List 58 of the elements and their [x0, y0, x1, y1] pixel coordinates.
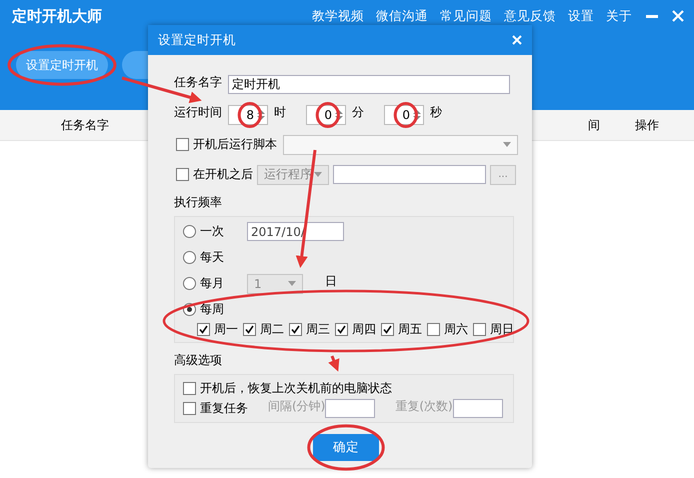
- input-field[interactable]: 定时开机: [228, 75, 510, 94]
- check-icon: [337, 325, 346, 334]
- unit-label: 时: [274, 104, 286, 121]
- checkbox[interactable]: 周四: [335, 321, 376, 338]
- field-label: 任务名字: [174, 74, 222, 91]
- menu-link[interactable]: 意见反馈: [504, 8, 556, 24]
- highlight-ellipse: [239, 102, 261, 126]
- unit-label: 分: [352, 104, 364, 121]
- close-icon[interactable]: [672, 10, 684, 22]
- field-label: 重复(次数): [395, 398, 453, 415]
- annotation-arrow: [328, 355, 340, 372]
- dialog-title: 设置定时开机: [158, 32, 236, 48]
- field-label: 运行时间: [174, 104, 222, 121]
- app-title: 定时开机大师: [12, 6, 103, 26]
- checkbox[interactable]: 重复任务: [183, 400, 248, 416]
- highlight-ellipse: [317, 102, 339, 126]
- menu-link[interactable]: 教学视频: [312, 8, 364, 24]
- radio-option[interactable]: 每周: [183, 301, 241, 318]
- checkbox[interactable]: 开机后，恢复上次关机前的电脑状态: [183, 380, 392, 396]
- check-icon: [291, 325, 300, 334]
- unit-label: 秒: [430, 104, 442, 121]
- menu-link[interactable]: 设置: [568, 8, 594, 24]
- checkbox[interactable]: 周五: [381, 321, 422, 338]
- checkbox[interactable]: 周一: [197, 321, 238, 338]
- menu-link[interactable]: 关于: [606, 8, 632, 24]
- column-header: 操作: [634, 116, 660, 134]
- column-header: 间: [588, 116, 600, 134]
- close-icon[interactable]: [512, 35, 522, 45]
- menu-link[interactable]: 常见问题: [440, 8, 492, 24]
- input-field[interactable]: [452, 398, 503, 418]
- caret-icon: [288, 281, 296, 286]
- checkbox[interactable]: 周三: [289, 321, 330, 338]
- input-field[interactable]: [333, 165, 486, 184]
- check-icon: [199, 325, 208, 334]
- radio-option[interactable]: 每月: [183, 275, 241, 292]
- section-label: 执行频率: [174, 194, 222, 211]
- checkbox[interactable]: 在开机之后: [176, 166, 253, 183]
- spinner-arrows-icon: [257, 108, 265, 120]
- checkbox[interactable]: 开机后运行脚本: [176, 136, 277, 153]
- minimize-icon[interactable]: [646, 14, 658, 18]
- spinner-arrows-icon: [335, 108, 343, 120]
- section-label: 高级选项: [174, 352, 222, 369]
- radio-option[interactable]: 每天: [183, 249, 241, 266]
- script-dropdown[interactable]: [283, 134, 518, 154]
- column-header: 任务名字: [60, 116, 110, 134]
- ok-button[interactable]: 确定: [313, 434, 379, 461]
- caret-icon: [314, 172, 322, 177]
- unit-label: 日: [325, 273, 337, 290]
- input-field[interactable]: [325, 398, 376, 418]
- menu-link[interactable]: 微信沟通: [376, 8, 428, 24]
- check-icon: [245, 325, 254, 334]
- highlight-ellipse: [395, 102, 417, 126]
- spinner-arrows-icon: [413, 108, 421, 120]
- check-icon: [383, 325, 392, 334]
- checkbox[interactable]: 周二: [243, 321, 284, 338]
- checkbox[interactable]: 周六: [427, 321, 468, 338]
- radio-option[interactable]: 一次: [183, 223, 241, 240]
- field-label: 间隔(分钟): [268, 398, 326, 415]
